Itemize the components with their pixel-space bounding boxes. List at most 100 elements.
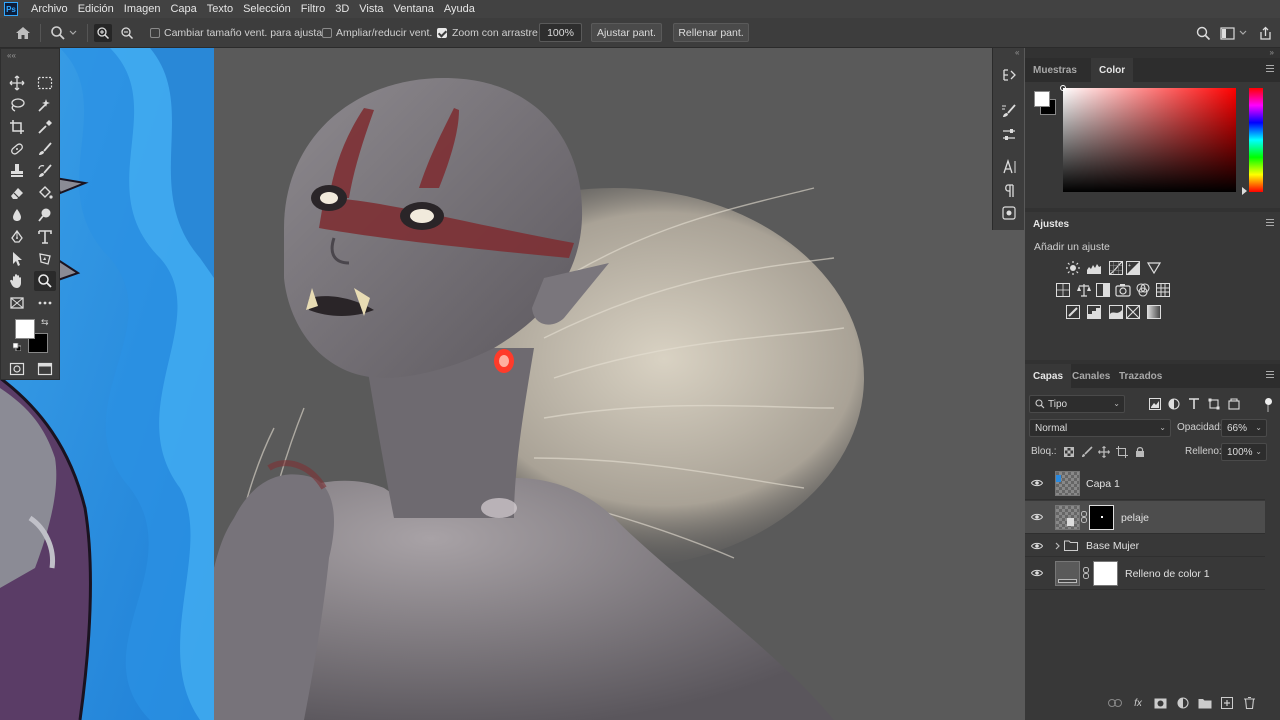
curves-icon[interactable]	[1108, 260, 1124, 276]
properties-panel-icon[interactable]	[1000, 126, 1018, 144]
stamp-tool-icon[interactable]	[6, 161, 28, 181]
brightness-contrast-icon[interactable]	[1065, 260, 1081, 276]
color-lookup-icon[interactable]	[1155, 282, 1171, 298]
paragraph-panel-icon[interactable]	[1000, 182, 1018, 200]
eyedropper-tool-icon[interactable]	[34, 117, 56, 137]
menu-edicion[interactable]: Edición	[73, 3, 119, 15]
group-expand-chevron-icon[interactable]	[1055, 542, 1061, 550]
chevron-down-icon[interactable]	[67, 24, 79, 42]
delete-layer-icon[interactable]	[1242, 696, 1256, 710]
link-layers-icon[interactable]	[1108, 696, 1122, 710]
filter-type-icon[interactable]	[1186, 396, 1202, 412]
frame-tool-icon[interactable]	[6, 293, 28, 313]
screen-mode-icon[interactable]	[34, 359, 56, 379]
menu-capa[interactable]: Capa	[165, 3, 201, 15]
menu-3d[interactable]: 3D	[330, 3, 354, 15]
mask-link-icon[interactable]	[1081, 511, 1087, 523]
history-brush-tool-icon[interactable]	[34, 161, 56, 181]
photo-filter-icon[interactable]	[1115, 282, 1131, 298]
layer-row-relleno-color[interactable]: Relleno de color 1	[1025, 557, 1265, 590]
shape-tool-icon[interactable]	[34, 249, 56, 269]
layer-mask-thumbnail[interactable]	[1089, 505, 1114, 530]
visibility-eye-icon[interactable]	[1031, 568, 1043, 578]
object-selection-tool-icon[interactable]	[34, 95, 56, 115]
hue-slider-handle[interactable]	[1242, 187, 1247, 195]
fit-screen-button[interactable]: Ajustar pant.	[591, 23, 662, 42]
path-selection-tool-icon[interactable]	[6, 249, 28, 269]
strip-expand-icon[interactable]: «	[1015, 48, 1019, 57]
adjustments-panel-menu-icon[interactable]	[1266, 219, 1274, 227]
fx-icon[interactable]: fx	[1131, 696, 1145, 710]
filter-shape-icon[interactable]	[1206, 396, 1222, 412]
color-foreground-swatch[interactable]	[1034, 91, 1050, 107]
menu-ayuda[interactable]: Ayuda	[439, 3, 480, 15]
character-panel-icon[interactable]	[1000, 158, 1018, 176]
brush-settings-icon[interactable]	[1000, 102, 1018, 120]
search-icon[interactable]	[1194, 24, 1212, 42]
filter-adjustment-icon[interactable]	[1166, 396, 1182, 412]
menu-seleccion[interactable]: Selección	[238, 3, 296, 15]
gradient-map-icon[interactable]	[1146, 304, 1162, 320]
black-white-icon[interactable]	[1095, 282, 1111, 298]
lasso-tool-icon[interactable]	[6, 95, 28, 115]
foreground-color-swatch[interactable]	[15, 319, 35, 339]
visibility-eye-icon[interactable]	[1031, 478, 1043, 488]
tab-color[interactable]: Color	[1091, 58, 1134, 82]
eraser-tool-icon[interactable]	[6, 183, 28, 203]
share-icon[interactable]	[1256, 24, 1274, 42]
hand-tool-icon[interactable]	[6, 271, 28, 291]
layer-row-pelaje[interactable]: pelaje	[1025, 501, 1265, 534]
color-picker-cursor[interactable]	[1060, 85, 1066, 91]
marquee-tool-icon[interactable]	[34, 73, 56, 93]
more-tools-icon[interactable]	[34, 293, 56, 313]
hue-saturation-icon[interactable]	[1055, 282, 1071, 298]
color-balance-icon[interactable]	[1076, 282, 1092, 298]
menu-ventana[interactable]: Ventana	[389, 3, 439, 15]
color-picker-field[interactable]	[1063, 88, 1236, 192]
swap-colors-icon[interactable]: ⇆	[41, 317, 49, 328]
layer-row-capa-1[interactable]: Capa 1	[1025, 467, 1265, 500]
lock-all-icon[interactable]	[1132, 444, 1148, 460]
workspace-icon[interactable]	[1218, 24, 1236, 42]
glyphs-panel-icon[interactable]	[1000, 204, 1018, 222]
new-adjustment-icon[interactable]	[1176, 696, 1190, 710]
zoom-all-checkbox[interactable]	[322, 28, 332, 38]
hue-slider[interactable]	[1249, 88, 1263, 192]
menu-vista[interactable]: Vista	[354, 3, 388, 15]
history-panel-icon[interactable]	[1000, 66, 1018, 84]
new-group-icon[interactable]	[1198, 696, 1212, 710]
exposure-icon[interactable]: +	[1125, 260, 1141, 276]
scrubby-zoom-checkbox[interactable]	[437, 28, 447, 38]
menu-filtro[interactable]: Filtro	[296, 3, 330, 15]
blur-tool-icon[interactable]	[6, 205, 28, 225]
posterize-icon[interactable]	[1086, 304, 1102, 320]
lock-artboard-icon[interactable]	[1114, 444, 1130, 460]
quick-mask-icon[interactable]	[6, 359, 28, 379]
crop-tool-icon[interactable]	[6, 117, 28, 137]
filter-smart-object-icon[interactable]	[1226, 396, 1242, 412]
layer-mask-thumbnail[interactable]	[1093, 561, 1118, 586]
vibrance-icon[interactable]	[1146, 260, 1162, 276]
type-tool-icon[interactable]	[34, 227, 56, 247]
workspace-chevron-icon[interactable]	[1238, 24, 1248, 42]
layers-panel-menu-icon[interactable]	[1266, 371, 1274, 379]
brush-tool-icon[interactable]	[34, 139, 56, 159]
zoom-in-icon[interactable]	[94, 24, 112, 42]
default-colors-icon[interactable]	[13, 343, 21, 351]
zoom-tool-box-icon[interactable]	[34, 271, 56, 291]
dodge-tool-icon[interactable]	[34, 205, 56, 225]
blend-mode-dropdown[interactable]: Normal ⌄	[1029, 419, 1171, 437]
resize-windows-checkbox[interactable]	[150, 28, 160, 38]
filter-pixel-icon[interactable]	[1147, 396, 1163, 412]
visibility-eye-icon[interactable]	[1031, 541, 1043, 551]
zoom-value-field[interactable]: 100%	[539, 23, 582, 42]
lock-position-icon[interactable]	[1096, 444, 1112, 460]
tab-muestras[interactable]: Muestras	[1025, 58, 1085, 82]
canvas-area[interactable]	[0, 48, 1025, 720]
layer-row-base-mujer[interactable]: Base Mujer	[1025, 535, 1265, 557]
add-mask-icon[interactable]	[1153, 696, 1167, 710]
zoom-tool-icon[interactable]	[49, 24, 67, 42]
main-document-canvas[interactable]	[214, 48, 1025, 720]
visibility-eye-icon[interactable]	[1031, 512, 1043, 522]
filter-toggle-icon[interactable]	[1265, 398, 1272, 405]
